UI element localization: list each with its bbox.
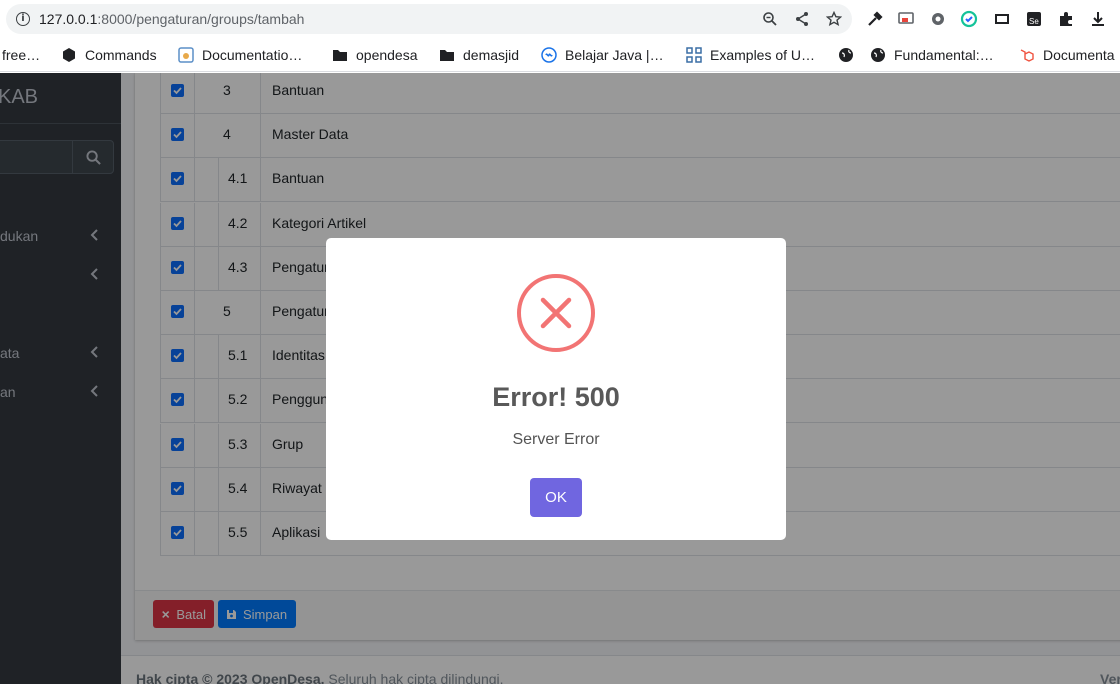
bookmark-item-6[interactable]: Examples of U… bbox=[686, 45, 815, 65]
folder-icon bbox=[440, 50, 454, 61]
bookmark-label: opendesa bbox=[356, 47, 418, 63]
bookmark-item-8[interactable]: Fundamental:… bbox=[870, 45, 994, 65]
svg-text:Se: Se bbox=[1029, 17, 1039, 26]
bookmark-label: Documentatio… bbox=[202, 47, 303, 63]
bookmark-item-3[interactable]: opendesa bbox=[332, 45, 418, 65]
url-text[interactable]: 127.0.0.1:8000/pengaturan/groups/tambah bbox=[39, 11, 304, 27]
dialog-message: Server Error bbox=[512, 431, 600, 448]
bookmark-item-4[interactable]: demasjid bbox=[439, 45, 519, 65]
url-host: 127.0.0.1 bbox=[39, 11, 98, 27]
grid-icon bbox=[686, 47, 702, 63]
selenium-extension-icon[interactable]: Se bbox=[1025, 10, 1043, 28]
browser-toolbar: i 127.0.0.1:8000/pengaturan/groups/tamba… bbox=[0, 0, 1120, 38]
share-icon[interactable] bbox=[794, 11, 810, 27]
url-path: :8000/pengaturan/groups/tambah bbox=[97, 11, 305, 27]
bookmark-label: Fundamental:… bbox=[894, 47, 994, 63]
screenshot-extension-icon[interactable] bbox=[993, 10, 1011, 28]
extensions-puzzle-icon[interactable] bbox=[1057, 10, 1075, 28]
cube-icon bbox=[63, 48, 75, 62]
bookmark-item-1[interactable]: Commands bbox=[61, 45, 157, 65]
bookmark-label: Examples of U… bbox=[710, 47, 816, 63]
gear-extension-icon[interactable] bbox=[929, 10, 947, 28]
bookmark-label: free… bbox=[2, 47, 41, 63]
eyedropper-extension-icon[interactable] bbox=[866, 10, 884, 28]
bookmark-item-7[interactable] bbox=[838, 45, 862, 65]
doc-icon bbox=[178, 47, 194, 63]
wave-icon bbox=[541, 47, 557, 63]
bookmark-label: Documenta bbox=[1043, 47, 1115, 63]
bookmarks-bar: free… Commands Documentatio… opendesa de… bbox=[0, 38, 1120, 72]
cast-extension-icon[interactable] bbox=[897, 10, 915, 28]
bookmark-item-5[interactable]: Belajar Java |… bbox=[541, 45, 664, 65]
bookmark-label: Belajar Java |… bbox=[565, 47, 664, 63]
ok-button[interactable]: OK bbox=[530, 478, 582, 517]
laravel-icon bbox=[1020, 49, 1034, 62]
bookmark-item-2[interactable]: Documentatio… bbox=[178, 45, 302, 65]
bookmark-star-icon[interactable] bbox=[826, 11, 842, 27]
folder-icon bbox=[333, 50, 347, 61]
address-bar[interactable]: i 127.0.0.1:8000/pengaturan/groups/tamba… bbox=[6, 4, 852, 34]
error-x-icon bbox=[517, 274, 595, 352]
download-icon[interactable] bbox=[1089, 10, 1107, 28]
globe-icon bbox=[839, 48, 853, 62]
dialog-title: Error! 500 bbox=[492, 382, 620, 412]
bookmark-label: demasjid bbox=[463, 47, 520, 63]
zoom-icon[interactable] bbox=[762, 11, 778, 27]
error-dialog: Error! 500 Server Error OK bbox=[326, 238, 786, 540]
bookmark-item-9[interactable]: Documenta bbox=[1019, 45, 1115, 65]
grammar-extension-icon[interactable] bbox=[960, 10, 978, 28]
bookmark-item-0[interactable]: free… bbox=[2, 45, 40, 65]
bookmark-label: Commands bbox=[85, 47, 157, 63]
site-info-icon[interactable]: i bbox=[16, 12, 30, 26]
globe-icon bbox=[871, 48, 885, 62]
